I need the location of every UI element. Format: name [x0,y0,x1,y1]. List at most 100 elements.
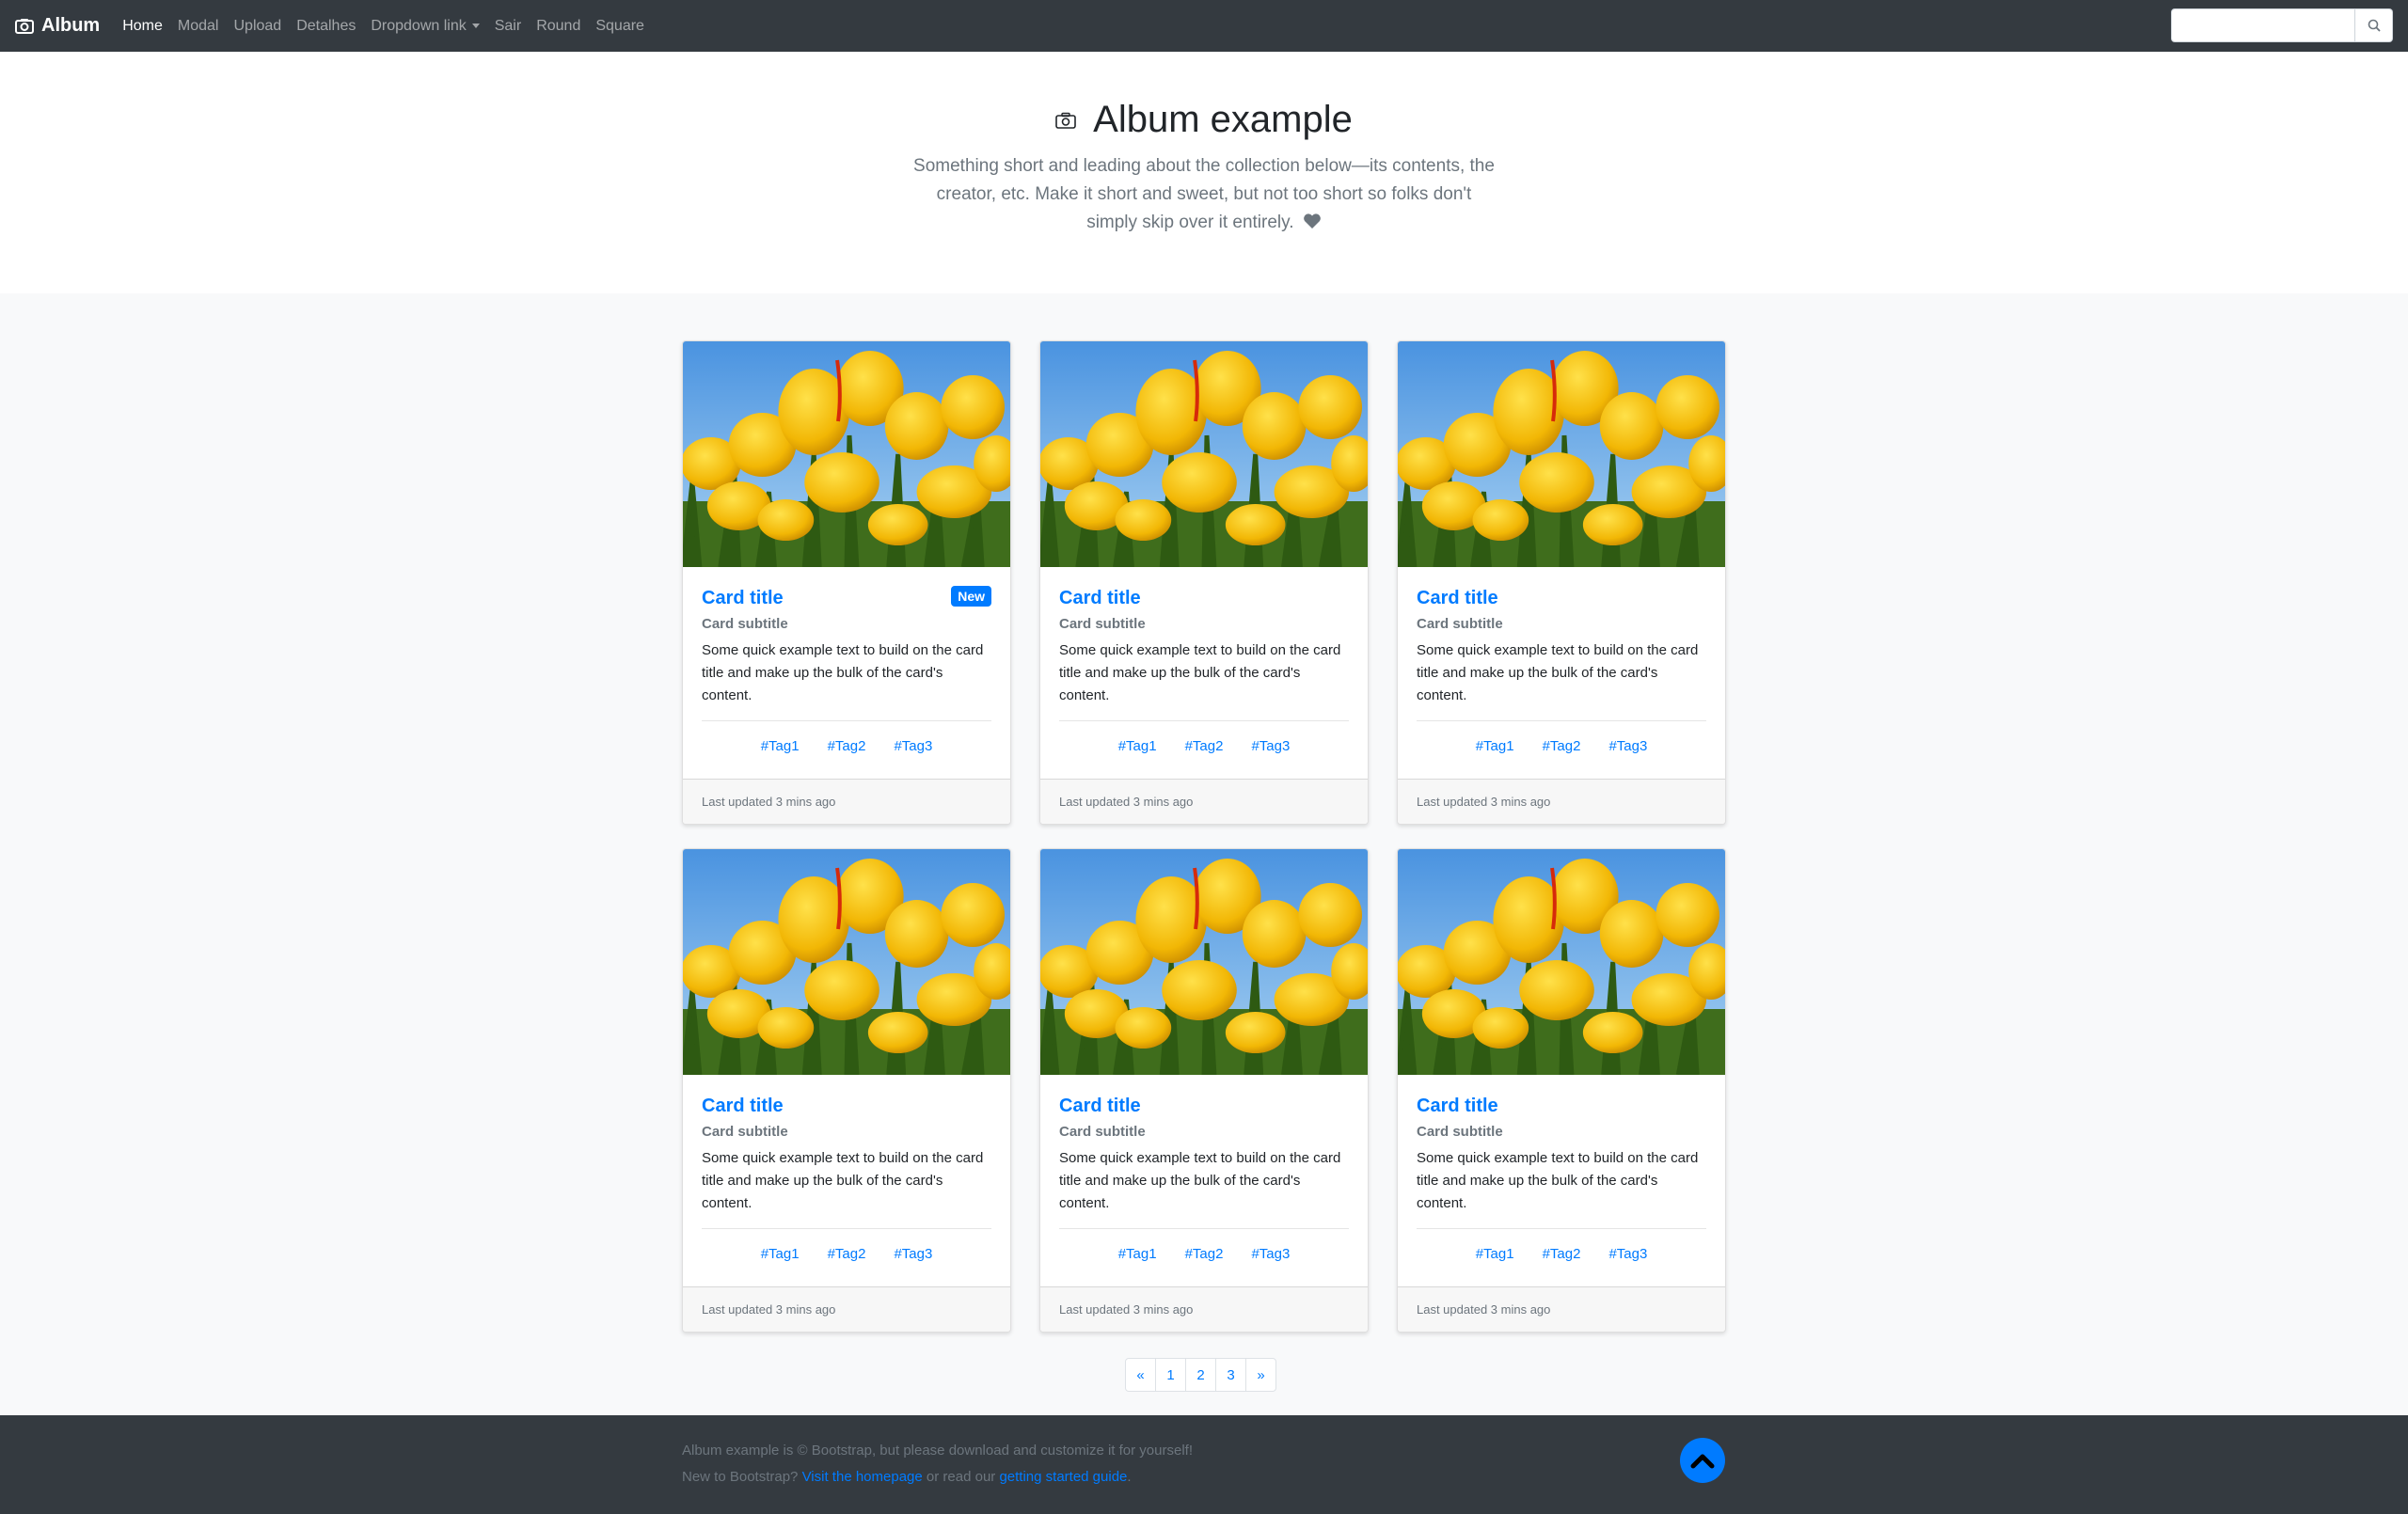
tag-link[interactable]: #Tag2 [828,1246,866,1262]
card-title[interactable]: Card title [702,586,991,610]
card-updated-text: Last updated 3 mins ago [1417,1302,1551,1317]
page-1[interactable]: 1 [1155,1358,1186,1392]
card-footer: Last updated 3 mins ago [683,1286,1010,1332]
nav-upload[interactable]: Upload [233,18,281,35]
card-image [1398,849,1725,1075]
album-card: Card title Card subtitle Some quick exam… [682,848,1011,1333]
tag-link[interactable]: #Tag3 [1251,1246,1290,1262]
footer-text: Album example is © Bootstrap, but please… [682,1438,1193,1490]
card-body: Card title Card subtitle Some quick exam… [1398,567,1725,779]
jumbotron: Album example Something short and leadin… [0,52,2408,293]
card-title[interactable]: Card title [1417,586,1706,610]
card-text: Some quick example text to build on the … [1059,1150,1341,1211]
nav-sair[interactable]: Sair [495,18,521,35]
tag-link[interactable]: #Tag2 [1543,738,1581,754]
card-subtitle: Card subtitle [1417,1124,1503,1140]
caret-down-icon [471,23,480,28]
card-body: Card title Card subtitle Some quick exam… [1040,567,1368,779]
brand-label: Album [41,15,101,36]
footer-line2-prefix: New to Bootstrap? [682,1469,802,1485]
album-card: Card title Card subtitle Some quick exam… [1039,848,1369,1333]
homepage-link[interactable]: Visit the homepage [802,1469,923,1485]
nav-dropdown-label: Dropdown link [371,17,467,34]
page-3[interactable]: 3 [1215,1358,1246,1392]
card-title[interactable]: Card title [1059,586,1349,610]
card-title[interactable]: Card title [1417,1094,1706,1118]
card-title[interactable]: Card title [1059,1094,1349,1118]
search-icon [2368,19,2381,32]
tag-link[interactable]: #Tag3 [894,1246,932,1262]
tag-link[interactable]: #Tag2 [1185,1246,1224,1262]
brand[interactable]: Album [15,15,100,37]
tag-link[interactable]: #Tag2 [828,738,866,754]
card-image [1040,849,1368,1075]
nav-square[interactable]: Square [595,18,644,35]
tag-link[interactable]: #Tag1 [761,1246,800,1262]
card-body: Card title Card subtitle Some quick exam… [1398,1075,1725,1286]
card-tags: #Tag1 #Tag2 #Tag3 [702,1246,991,1262]
card-body: Card title New Card subtitle Some quick … [683,567,1010,779]
card-divider [1059,1228,1349,1229]
tag-link[interactable]: #Tag1 [1476,1246,1514,1262]
card-footer: Last updated 3 mins ago [1398,779,1725,824]
card-grid: Card title New Card subtitle Some quick … [682,340,1727,1333]
card-text: Some quick example text to build on the … [1417,642,1699,703]
nav-home[interactable]: Home [122,18,163,35]
lead-text: Something short and leading about the co… [912,152,1496,237]
tag-link[interactable]: #Tag1 [761,738,800,754]
page-next[interactable]: » [1245,1358,1276,1392]
card-image [683,849,1010,1075]
nav-detalhes[interactable]: Detalhes [296,18,356,35]
card-subtitle: Card subtitle [1059,1124,1146,1140]
tag-link[interactable]: #Tag2 [1185,738,1224,754]
getting-started-link[interactable]: getting started guide [999,1469,1127,1485]
nav-modal[interactable]: Modal [178,18,219,35]
page-prev[interactable]: « [1125,1358,1156,1392]
card-footer: Last updated 3 mins ago [1398,1286,1725,1332]
card-divider [702,720,991,721]
card-footer: Last updated 3 mins ago [1040,1286,1368,1332]
card-divider [702,1228,991,1229]
card-updated-text: Last updated 3 mins ago [702,795,836,809]
card-tags: #Tag1 #Tag2 #Tag3 [1059,1246,1349,1262]
tag-link[interactable]: #Tag3 [1608,1246,1647,1262]
card-divider [1059,720,1349,721]
card-text: Some quick example text to build on the … [1417,1150,1699,1211]
card-text: Some quick example text to build on the … [702,1150,984,1211]
tag-link[interactable]: #Tag1 [1118,1246,1157,1262]
tag-link[interactable]: #Tag3 [894,738,932,754]
tag-link[interactable]: #Tag2 [1543,1246,1581,1262]
page-title: Album example [0,99,2408,141]
card-image [683,341,1010,567]
card-title[interactable]: Card title [702,1094,991,1118]
search-input[interactable] [2171,8,2355,42]
tag-link[interactable]: #Tag1 [1476,738,1514,754]
tag-link[interactable]: #Tag1 [1118,738,1157,754]
camera-icon [15,19,34,34]
card-tags: #Tag1 #Tag2 #Tag3 [1059,738,1349,754]
card-updated-text: Last updated 3 mins ago [1059,1302,1194,1317]
lead-text-content: Something short and leading about the co… [913,156,1495,232]
footer-line2-suffix: . [1127,1469,1132,1485]
card-text: Some quick example text to build on the … [1059,642,1341,703]
card-text: Some quick example text to build on the … [702,642,984,703]
album-card: Card title New Card subtitle Some quick … [682,340,1011,825]
tag-link[interactable]: #Tag3 [1608,738,1647,754]
search-form [2171,8,2393,42]
card-divider [1417,720,1706,721]
card-body: Card title Card subtitle Some quick exam… [683,1075,1010,1286]
card-image [1398,341,1725,567]
heart-icon [1303,213,1321,229]
back-to-top-button[interactable] [1680,1438,1725,1483]
nav-dropdown[interactable]: Dropdown link [371,17,480,35]
card-subtitle: Card subtitle [702,1124,788,1140]
card-subtitle: Card subtitle [1059,616,1146,632]
card-footer: Last updated 3 mins ago [683,779,1010,824]
nav-round[interactable]: Round [536,18,580,35]
card-tags: #Tag1 #Tag2 #Tag3 [702,738,991,754]
page-2[interactable]: 2 [1185,1358,1216,1392]
search-button[interactable] [2355,8,2393,42]
pagination: « 1 2 3 » [1125,1358,1276,1392]
tag-link[interactable]: #Tag3 [1251,738,1290,754]
card-body: Card title Card subtitle Some quick exam… [1040,1075,1368,1286]
